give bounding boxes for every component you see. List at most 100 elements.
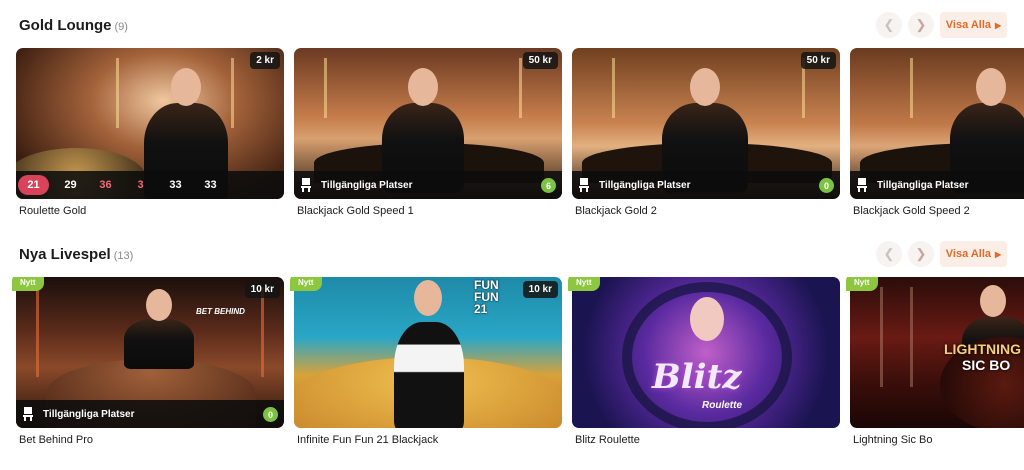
section-title-text: Nya Livespel	[19, 246, 111, 263]
chair-icon	[300, 178, 314, 192]
stake-badge: 10 kr	[244, 281, 280, 298]
dealer-face	[408, 68, 438, 106]
game-carousel: BET BEHIND 10 kr Tillgängliga Platser 0 …	[0, 277, 1024, 452]
seats-bar: Tillgängliga Platser	[850, 171, 1024, 199]
chevron-right-icon: ❯	[915, 17, 927, 32]
chair-icon	[856, 178, 870, 192]
decor-light	[910, 287, 913, 387]
stake-badge: 2 kr	[250, 52, 280, 69]
dealer-face	[976, 68, 1006, 106]
game-title[interactable]: Blitz Roulette	[575, 434, 640, 446]
chair-icon	[578, 178, 592, 192]
section-count: (9)	[114, 21, 128, 33]
game-card-fun-fun-21[interactable]: FUN FUN 21 10 kr Nytt Infinite Fun Fun 2…	[290, 277, 562, 446]
dealer-face	[414, 280, 442, 316]
caret-right-icon: ▶	[995, 249, 1002, 259]
game-thumbnail[interactable]: Blitz Roulette	[572, 277, 840, 428]
game-card-blackjack-gold-2[interactable]: 50 kr Tillgängliga Platser 0 Blackjack G…	[572, 48, 840, 217]
dealer-figure	[124, 319, 194, 369]
new-badge: Nytt	[12, 277, 44, 291]
view-all-label: Visa Alla	[945, 19, 992, 31]
decor-light	[36, 287, 39, 377]
game-logo-sub: Roulette	[702, 400, 742, 411]
view-all-button[interactable]: Visa Alla ▶	[940, 12, 1007, 38]
section-title: Gold Lounge (9)	[19, 17, 128, 34]
prev-button[interactable]: ❮	[876, 12, 902, 38]
decor-light	[910, 58, 913, 118]
game-logo-sub: SIC BO	[962, 357, 1011, 373]
stake-badge: 50 kr	[522, 52, 558, 69]
dealer-face	[171, 68, 201, 106]
result-number: 3	[137, 179, 144, 191]
result-number: 29	[64, 179, 77, 191]
game-title[interactable]: Roulette Gold	[19, 205, 86, 217]
seats-count: 0	[819, 178, 834, 193]
game-title[interactable]: Infinite Fun Fun 21 Blackjack	[297, 434, 438, 446]
game-card-lightning-sic-bo[interactable]: LIGHTNING SIC BO Nytt Lightning Sic Bo	[846, 277, 1024, 446]
result-number: 21	[18, 175, 49, 195]
caret-right-icon: ▶	[995, 20, 1002, 30]
prev-button[interactable]: ❮	[876, 241, 902, 267]
next-button[interactable]: ❯	[908, 241, 934, 267]
game-card-bet-behind-pro[interactable]: BET BEHIND 10 kr Tillgängliga Platser 0 …	[12, 277, 284, 446]
section-title-text: Gold Lounge	[19, 17, 112, 34]
chevron-right-icon: ❯	[915, 246, 927, 261]
decor-light	[116, 58, 119, 128]
view-all-button[interactable]: Visa Alla ▶	[940, 241, 1007, 267]
seats-bar: Tillgängliga Platser 6	[294, 171, 562, 199]
game-thumbnail[interactable]: FUN FUN 21 10 kr	[294, 277, 562, 428]
section-gold-lounge: Gold Lounge (9) ❮ ❯ Visa Alla ▶ 2 kr 21 29…	[0, 0, 1024, 217]
game-logo: BET BEHIND	[196, 307, 245, 316]
new-badge: Nytt	[568, 277, 600, 291]
game-card-roulette-gold[interactable]: 2 kr 21 29 36 3 33 33 Roulette Gold	[16, 48, 284, 217]
game-title[interactable]: Blackjack Gold 2	[575, 205, 657, 217]
seats-label: Tillgängliga Platser	[599, 179, 691, 191]
game-thumbnail[interactable]: BET BEHIND 10 kr Tillgängliga Platser 0	[16, 277, 284, 428]
game-logo: FUN FUN 21	[474, 278, 499, 316]
result-number: 33	[169, 179, 182, 191]
decor-light	[261, 287, 264, 377]
decor-light	[612, 58, 615, 118]
decor-light	[324, 58, 327, 118]
game-title[interactable]: Bet Behind Pro	[19, 434, 93, 446]
game-thumbnail[interactable]: LIGHTNING SIC BO	[850, 277, 1024, 428]
game-logo: LIGHTNING	[944, 341, 1021, 357]
game-card-blackjack-gold-speed-2[interactable]: Tillgängliga Platser Blackjack Gold Spee…	[850, 48, 1024, 217]
game-thumbnail[interactable]: 2 kr 21 29 36 3 33 33	[16, 48, 284, 199]
game-thumbnail[interactable]: 50 kr Tillgängliga Platser 0	[572, 48, 840, 199]
section-count: (13)	[113, 250, 134, 262]
seats-count: 0	[263, 407, 278, 422]
new-badge: Nytt	[290, 277, 322, 291]
recent-results: 21 29 36 3 33 33	[16, 171, 284, 199]
seats-label: Tillgängliga Platser	[43, 408, 135, 420]
next-button[interactable]: ❯	[908, 12, 934, 38]
dealer-face	[980, 285, 1006, 317]
stake-badge: 10 kr	[522, 281, 558, 298]
decor-light	[519, 58, 522, 118]
game-thumbnail[interactable]: 50 kr Tillgängliga Platser 6	[294, 48, 562, 199]
stake-badge: 50 kr	[800, 52, 836, 69]
game-title[interactable]: Lightning Sic Bo	[853, 434, 933, 446]
new-badge: Nytt	[846, 277, 878, 291]
seats-bar: Tillgängliga Platser 0	[16, 400, 284, 428]
section-nya-livespel: Nya Livespel (13) ❮ ❯ Visa Alla ▶ BET BEHI…	[0, 229, 1024, 446]
game-title[interactable]: Blackjack Gold Speed 2	[853, 205, 970, 217]
game-carousel: 2 kr 21 29 36 3 33 33 Roulette Gold 50 k…	[0, 48, 1024, 223]
chevron-left-icon: ❮	[883, 246, 895, 261]
game-thumbnail[interactable]: Tillgängliga Platser	[850, 48, 1024, 199]
chevron-left-icon: ❮	[883, 17, 895, 32]
game-card-blackjack-gold-speed-1[interactable]: 50 kr Tillgängliga Platser 6 Blackjack G…	[294, 48, 562, 217]
result-number: 33	[204, 179, 217, 191]
seats-count: 6	[541, 178, 556, 193]
game-card-blitz-roulette[interactable]: Blitz Roulette Nytt Blitz Roulette	[568, 277, 840, 446]
game-title[interactable]: Blackjack Gold Speed 1	[297, 205, 414, 217]
section-header: Gold Lounge (9) ❮ ❯ Visa Alla ▶	[0, 0, 1024, 48]
result-number: 36	[99, 179, 112, 191]
view-all-label: Visa Alla	[945, 248, 992, 260]
game-logo: Blitz	[652, 357, 742, 397]
dealer-face	[690, 68, 720, 106]
section-title: Nya Livespel (13)	[19, 246, 133, 263]
section-header: Nya Livespel (13) ❮ ❯ Visa Alla ▶	[0, 229, 1024, 277]
dealer-face	[146, 289, 172, 321]
host-face	[690, 297, 724, 341]
